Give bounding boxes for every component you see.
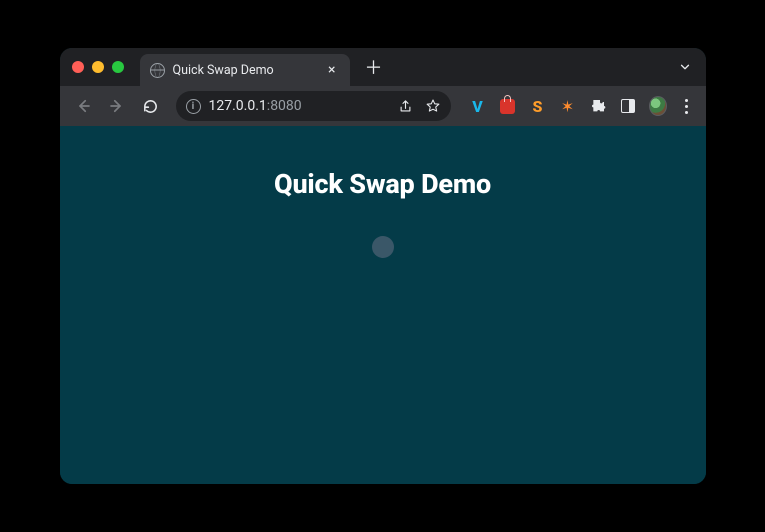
- spark-extension-icon[interactable]: ✶: [559, 97, 577, 115]
- new-tab-button[interactable]: ＋: [362, 55, 386, 79]
- password-extension-icon[interactable]: [499, 97, 517, 115]
- profile-avatar[interactable]: [649, 97, 667, 115]
- page-content: Quick Swap Demo: [60, 126, 706, 484]
- url-display: 127.0.0.1:8080: [209, 98, 302, 114]
- window-controls: [72, 61, 124, 73]
- tab-list-button[interactable]: [678, 60, 692, 74]
- close-window-button[interactable]: [72, 61, 84, 73]
- side-panel-button[interactable]: [619, 97, 637, 115]
- site-info-icon[interactable]: i: [186, 99, 201, 114]
- address-bar[interactable]: i 127.0.0.1:8080: [176, 91, 451, 121]
- puzzle-icon: [590, 98, 606, 114]
- back-button[interactable]: [68, 91, 98, 121]
- toolbar: i 127.0.0.1:8080 V S ✶: [60, 86, 706, 126]
- tab-title: Quick Swap Demo: [173, 63, 317, 78]
- lock-icon: [500, 99, 515, 114]
- url-port: :8080: [267, 98, 302, 114]
- close-tab-button[interactable]: ×: [324, 61, 339, 79]
- vimeo-extension-icon[interactable]: V: [469, 97, 487, 115]
- bookmark-star-icon[interactable]: [425, 98, 441, 114]
- tab-strip: Quick Swap Demo × ＋: [60, 48, 706, 86]
- fullscreen-window-button[interactable]: [112, 61, 124, 73]
- browser-menu-button[interactable]: [679, 95, 694, 118]
- url-host: 127.0.0.1: [209, 98, 267, 114]
- reload-button[interactable]: [136, 91, 166, 121]
- panel-icon: [621, 99, 635, 113]
- globe-icon: [150, 63, 165, 78]
- chevron-down-icon: [678, 60, 692, 74]
- omnibox-actions: [398, 98, 441, 114]
- minimize-window-button[interactable]: [92, 61, 104, 73]
- arrow-right-icon: [108, 97, 126, 115]
- swap-indicator-dot: [372, 236, 394, 258]
- extensions-menu-button[interactable]: [589, 97, 607, 115]
- flame-extension-icon[interactable]: S: [529, 97, 547, 115]
- page-title: Quick Swap Demo: [274, 168, 491, 200]
- extension-icons: V S ✶: [469, 95, 694, 118]
- reload-icon: [142, 98, 159, 115]
- active-tab[interactable]: Quick Swap Demo ×: [140, 54, 350, 86]
- avatar-icon: [649, 96, 667, 116]
- browser-window: Quick Swap Demo × ＋ i 127.0.0.1:8080: [60, 48, 706, 484]
- share-icon[interactable]: [398, 99, 413, 114]
- arrow-left-icon: [74, 97, 92, 115]
- forward-button[interactable]: [102, 91, 132, 121]
